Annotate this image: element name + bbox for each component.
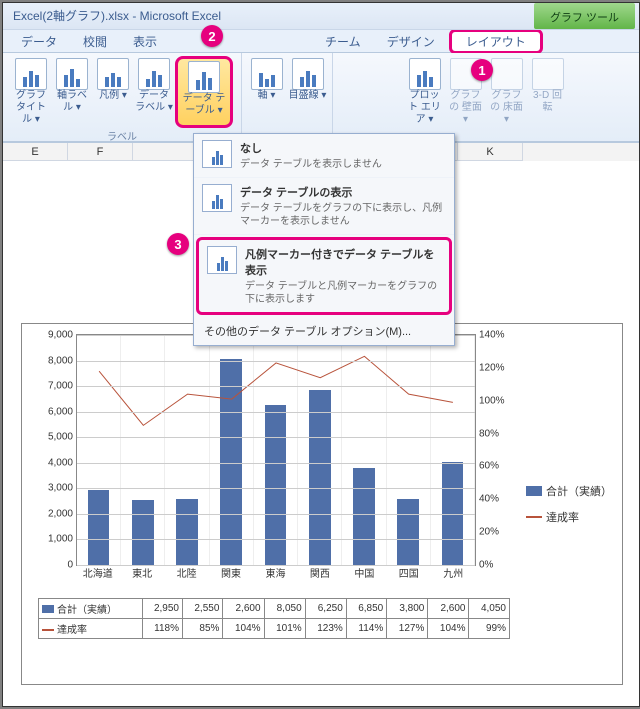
menu-none[interactable]: なしデータ テーブルを表示しません	[194, 134, 454, 178]
legend-icon	[97, 58, 129, 90]
ribbon-tabs: データ 校閲 表示 チーム デザイン レイアウト	[3, 30, 639, 53]
data-table-icon	[188, 61, 220, 93]
legend: 合計（実績） 達成率	[526, 324, 622, 684]
data-table-button[interactable]: データ テーブル ▾	[175, 56, 233, 128]
chart: 01,0002,0003,0004,0005,0006,0007,0008,00…	[21, 323, 623, 685]
legend-line: 達成率	[526, 509, 616, 525]
chart-title-button[interactable]: グラフ タイトル ▾	[11, 56, 51, 128]
window-title: Excel(2軸グラフ).xlsx - Microsoft Excel	[13, 9, 221, 23]
plot-area: 01,0002,0003,0004,0005,0006,0007,0008,00…	[76, 334, 476, 566]
menu-show-table-with-keys-icon	[207, 246, 237, 274]
data-table-menu: なしデータ テーブルを表示しません データ テーブルの表示データ テーブルをグラ…	[193, 133, 455, 346]
axis-icon	[251, 58, 283, 90]
tab-team[interactable]: チーム	[313, 30, 373, 53]
titlebar: Excel(2軸グラフ).xlsx - Microsoft Excel グラフ …	[3, 3, 639, 30]
line-series	[77, 335, 475, 565]
tab-review[interactable]: 校閲	[71, 30, 119, 53]
menu-show-table-with-keys[interactable]: 凡例マーカー付きでデータ テーブルを表示データ テーブルと凡例マーカーをグラフの…	[196, 237, 452, 315]
tab-layout[interactable]: レイアウト	[449, 29, 543, 54]
tab-data[interactable]: データ	[9, 30, 69, 53]
gridlines-button[interactable]: 目盛線 ▾	[288, 56, 328, 104]
plot-area-button[interactable]: プロット エリア ▾	[405, 56, 445, 128]
callout-2: 2	[201, 25, 223, 47]
menu-show-table[interactable]: データ テーブルの表示データ テーブルをグラフの下に表示し、凡例マーカーを表示し…	[194, 178, 454, 235]
menu-more-options[interactable]: その他のデータ テーブル オプション(M)...	[194, 317, 454, 345]
ribbon: グラフ タイトル ▾ 軸ラベル ▾ 凡例 ▾ データ ラベル ▾ データ テーブ…	[3, 53, 639, 142]
callout-1: 1	[471, 59, 493, 81]
legend-bar: 合計（実績）	[526, 483, 616, 499]
callout-3: 3	[167, 233, 189, 255]
data-label-icon	[138, 58, 170, 90]
chart-floor-icon	[491, 58, 523, 90]
chart-title-icon	[15, 58, 47, 90]
axis-label-icon	[56, 58, 88, 90]
data-label-button[interactable]: データ ラベル ▾	[134, 56, 174, 128]
data-table: 合計（実績）2,9502,5502,6008,0506,2506,8503,80…	[38, 598, 510, 639]
axis-button[interactable]: 軸 ▾	[247, 56, 287, 104]
gridlines-icon	[292, 58, 324, 90]
axis-label-button[interactable]: 軸ラベル ▾	[52, 56, 92, 128]
menu-show-table-icon	[202, 184, 232, 212]
rotate-3d-icon	[532, 58, 564, 90]
x-axis: 北海道東北北陸関東東海関西中国四国九州	[76, 566, 476, 596]
plot-area-icon	[409, 58, 441, 90]
chart-tools-tab: グラフ ツール	[534, 3, 635, 29]
legend-button[interactable]: 凡例 ▾	[93, 56, 133, 128]
menu-none-icon	[202, 140, 232, 168]
tab-view[interactable]: 表示	[121, 30, 169, 53]
tab-design[interactable]: デザイン	[375, 30, 447, 53]
rotate-3d-button: 3-D 回転	[528, 56, 568, 128]
